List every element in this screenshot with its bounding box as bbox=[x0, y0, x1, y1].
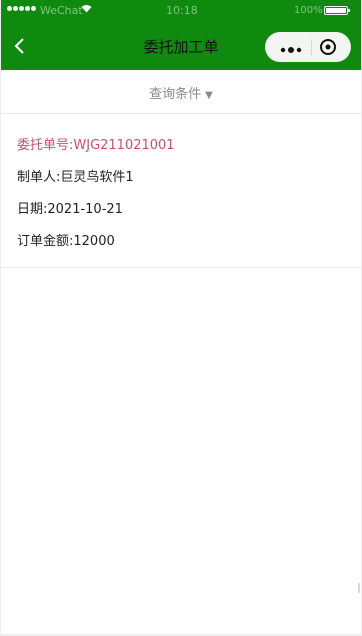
order-date: 日期:2021-10-21 bbox=[17, 202, 123, 217]
phone-screen: WeChat 10:18 100% 委托加工单 查询条件 ▼ 委托单号:WJG2… bbox=[1, 0, 361, 634]
battery-percent: 100% bbox=[294, 5, 323, 16]
signal-icon bbox=[7, 6, 36, 11]
more-button[interactable] bbox=[279, 41, 303, 53]
carrier-name: WeChat bbox=[40, 4, 83, 17]
order-amount: 订单金额:12000 bbox=[17, 234, 115, 249]
target-icon bbox=[320, 39, 336, 55]
battery-icon bbox=[324, 6, 350, 15]
status-time: 10:18 bbox=[166, 4, 198, 17]
close-mini-program-button[interactable] bbox=[319, 38, 337, 56]
order-maker: 制单人:巨灵鸟软件1 bbox=[17, 170, 134, 185]
scrollbar[interactable] bbox=[358, 583, 360, 593]
more-dots-icon bbox=[280, 47, 302, 53]
order-number: 委托单号:WJG211021001 bbox=[17, 138, 175, 153]
capsule-divider bbox=[311, 39, 312, 55]
query-conditions-toggle[interactable]: 查询条件 ▼ bbox=[1, 70, 361, 114]
query-conditions-label: 查询条件 bbox=[149, 87, 202, 102]
nav-bar: 委托加工单 bbox=[1, 22, 361, 70]
wifi-icon bbox=[81, 4, 92, 16]
status-bar: WeChat 10:18 100% bbox=[1, 0, 361, 22]
mini-program-capsule bbox=[265, 32, 351, 62]
caret-down-icon: ▼ bbox=[205, 90, 213, 101]
order-card[interactable]: 委托单号:WJG211021001 制单人:巨灵鸟软件1 日期:2021-10-… bbox=[1, 114, 361, 268]
